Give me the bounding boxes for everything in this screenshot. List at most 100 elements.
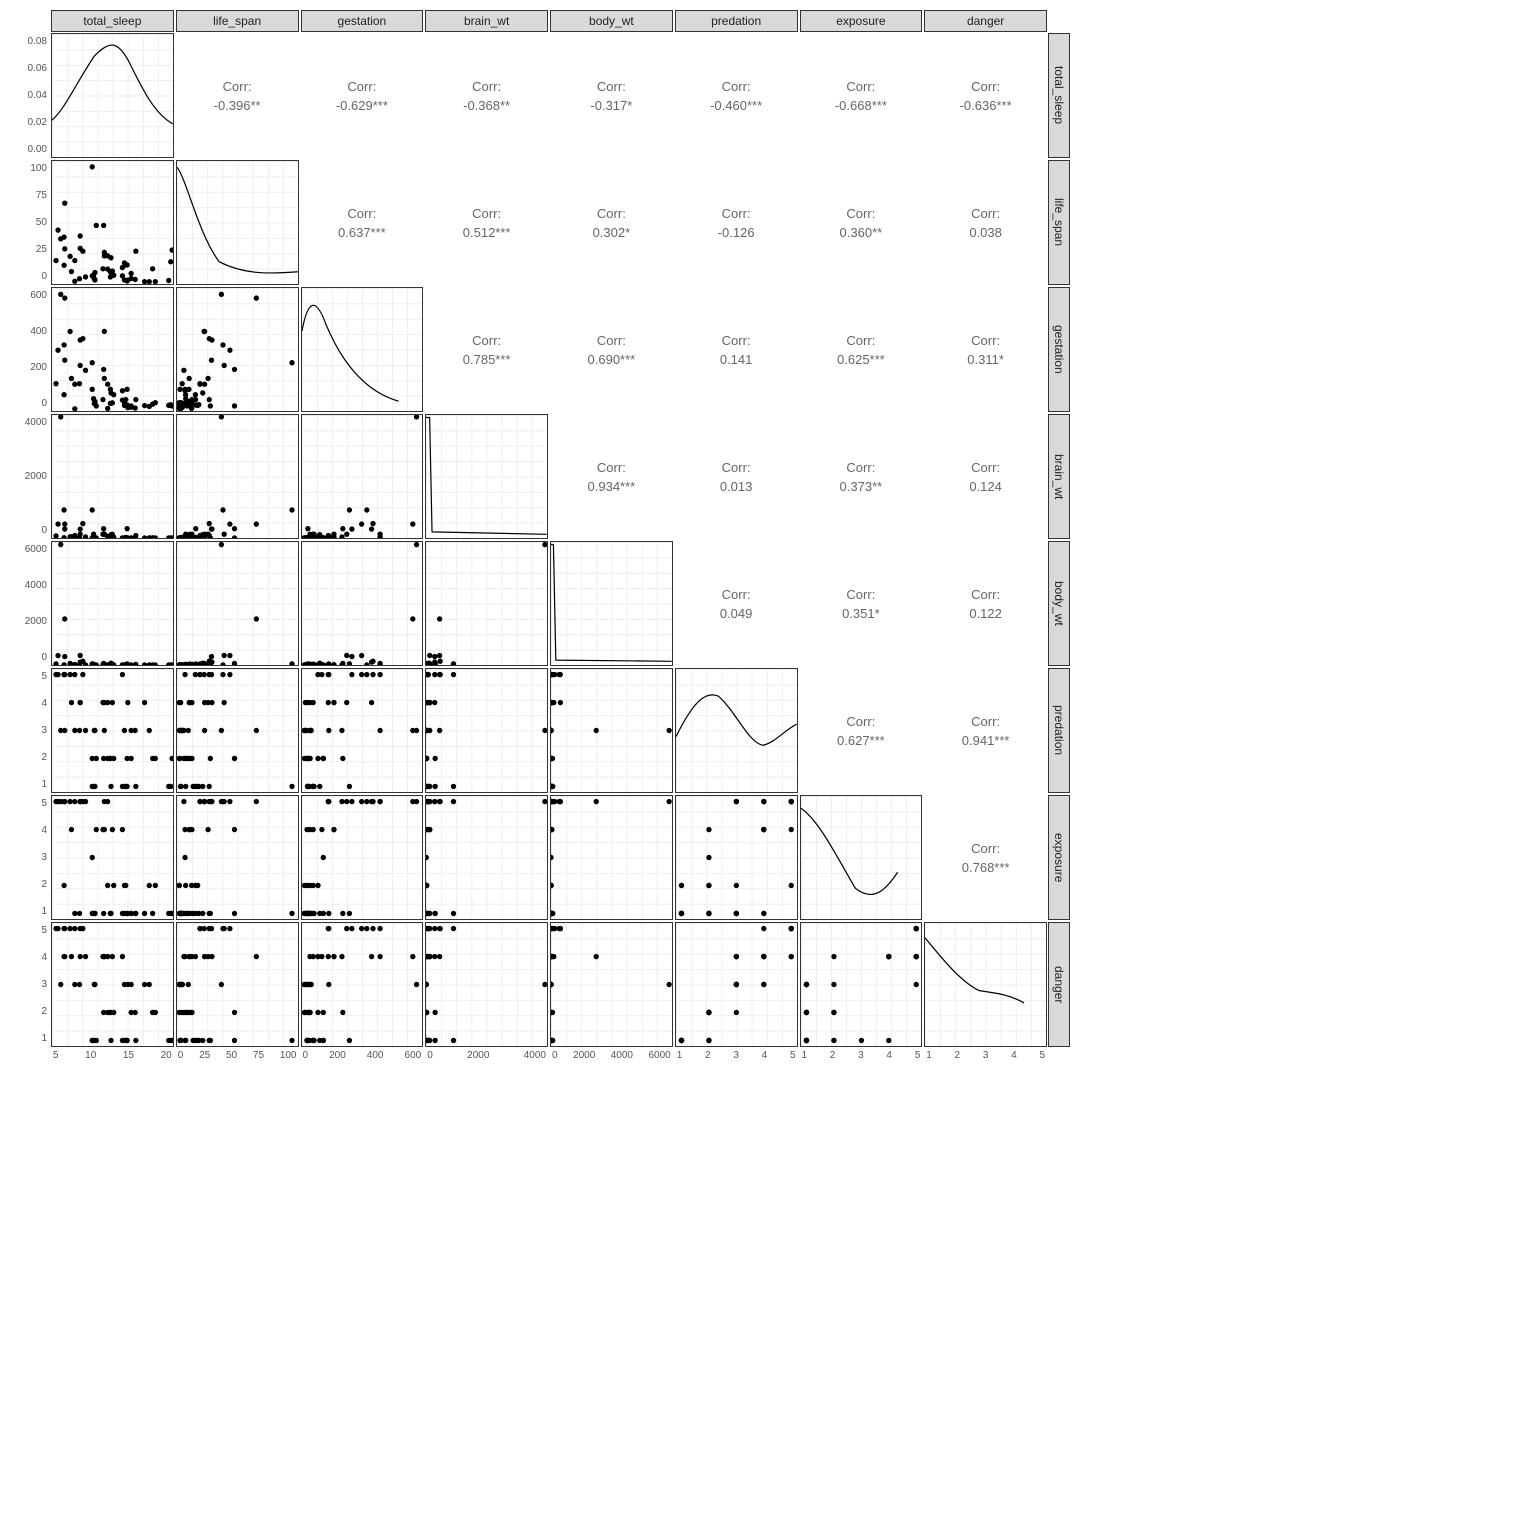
col-header-body_wt: body_wt: [550, 10, 673, 32]
corr-label: Corr:: [971, 460, 1000, 475]
corr-label: Corr:: [846, 714, 875, 729]
row-header-exposure: exposure: [1048, 795, 1070, 920]
corr-total_sleep-danger: Corr:-0.636***: [924, 33, 1047, 158]
corr-body_wt-danger: Corr:0.122: [924, 541, 1047, 666]
corr-gestation-predation: Corr: 0.141: [675, 287, 798, 412]
scatter-total_sleep-body_wt: [51, 541, 174, 666]
density-brain_wt: [425, 414, 548, 539]
density-predation: [675, 668, 798, 793]
scatter-body_wt-predation: [550, 668, 673, 793]
row-header-life_span: life_span: [1048, 160, 1070, 285]
corr-label: Corr:: [722, 333, 751, 348]
scatter-predation-exposure: [675, 795, 798, 920]
corner-tr: [1048, 10, 1070, 32]
corr-label: Corr:: [846, 79, 875, 94]
corr-label: Corr:: [472, 206, 501, 221]
corr-predation-exposure: Corr: 0.627***: [800, 668, 923, 793]
corr-label: Corr:: [597, 460, 626, 475]
corr-value: -0.317*: [590, 98, 632, 113]
corr-label: Corr:: [223, 79, 252, 94]
corr-value: -0.368**: [463, 98, 510, 113]
scatter-life_span-danger: [176, 922, 299, 1047]
corr-exposure-danger: Corr:0.768***: [924, 795, 1047, 920]
scatter-gestation-exposure: [301, 795, 424, 920]
corr-value: 0.302*: [593, 225, 631, 240]
corr-value: 0.360**: [840, 225, 883, 240]
col-header-exposure: exposure: [800, 10, 923, 32]
corr-total_sleep-gestation: Corr:-0.629***: [301, 33, 424, 158]
xaxis-life_span: 0255075100: [175, 1048, 300, 1070]
corr-label: Corr:: [971, 79, 1000, 94]
yaxis-total_sleep: 0.000.020.040.060.08: [10, 32, 50, 159]
row-header-brain_wt: brain_wt: [1048, 414, 1070, 539]
row-header-total_sleep: total_sleep: [1048, 33, 1070, 158]
corr-label: Corr:: [971, 206, 1000, 221]
corr-value: 0.373**: [840, 479, 883, 494]
corr-total_sleep-exposure: Corr: -0.668***: [800, 33, 923, 158]
corr-value: 0.141: [720, 352, 753, 367]
corr-life_span-gestation: Corr:0.637***: [301, 160, 424, 285]
corr-value: 0.934***: [588, 479, 636, 494]
corr-total_sleep-brain_wt: Corr:-0.368**: [425, 33, 548, 158]
corr-gestation-brain_wt: Corr:0.785***: [425, 287, 548, 412]
corr-value: 0.768***: [962, 860, 1010, 875]
corr-label: Corr:: [846, 587, 875, 602]
scatter-brain_wt-predation: [425, 668, 548, 793]
scatter-life_span-exposure: [176, 795, 299, 920]
corr-value: -0.460***: [710, 98, 762, 113]
scatter-body_wt-danger: [550, 922, 673, 1047]
corr-label: Corr:: [597, 206, 626, 221]
corr-brain_wt-body_wt: Corr: 0.934***: [550, 414, 673, 539]
row-header-danger: danger: [1048, 922, 1070, 1047]
scatter-life_span-body_wt: [176, 541, 299, 666]
scatter-gestation-body_wt: [301, 541, 424, 666]
corner-tl: [10, 10, 50, 32]
corr-label: Corr:: [347, 206, 376, 221]
corr-value: -0.668***: [835, 98, 887, 113]
col-header-life_span: life_span: [176, 10, 299, 32]
scatter-life_span-gestation: [176, 287, 299, 412]
scatter-exposure-danger: [800, 922, 923, 1047]
corr-body_wt-exposure: Corr:0.351*: [800, 541, 923, 666]
corr-label: Corr:: [846, 460, 875, 475]
scatter-life_span-predation: [176, 668, 299, 793]
corr-label: Corr:: [472, 333, 501, 348]
yaxis-danger: 12345: [10, 921, 50, 1048]
scatter-brain_wt-body_wt: [425, 541, 548, 666]
corr-label: Corr:: [846, 333, 875, 348]
scatter-brain_wt-danger: [425, 922, 548, 1047]
scatter-predation-danger: [675, 922, 798, 1047]
corr-brain_wt-danger: Corr:0.124: [924, 414, 1047, 539]
scatter-total_sleep-brain_wt: [51, 414, 174, 539]
scatter-gestation-danger: [301, 922, 424, 1047]
row-header-body_wt: body_wt: [1048, 541, 1070, 666]
corr-label: Corr:: [846, 206, 875, 221]
corr-life_span-brain_wt: Corr:0.512***: [425, 160, 548, 285]
scatter-life_span-brain_wt: [176, 414, 299, 539]
col-header-brain_wt: brain_wt: [425, 10, 548, 32]
col-header-predation: predation: [675, 10, 798, 32]
xaxis-exposure: 12345: [799, 1048, 924, 1070]
corr-life_span-predation: Corr:-0.126: [675, 160, 798, 285]
xaxis-gestation: 0200400600: [300, 1048, 425, 1070]
corr-gestation-body_wt: Corr:0.690***: [550, 287, 673, 412]
corr-value: 0.627***: [837, 733, 885, 748]
scatter-total_sleep-life_span: [51, 160, 174, 285]
row-header-gestation: gestation: [1048, 287, 1070, 412]
corr-label: Corr:: [597, 79, 626, 94]
corr-value: 0.311*: [967, 352, 1004, 367]
corr-value: -0.396**: [214, 98, 261, 113]
corr-value: -0.629***: [336, 98, 388, 113]
yaxis-body_wt: 0200040006000: [10, 540, 50, 667]
corr-total_sleep-predation: Corr:-0.460***: [675, 33, 798, 158]
corr-label: Corr:: [971, 333, 1000, 348]
corner-br: [1048, 1048, 1070, 1070]
corr-brain_wt-exposure: Corr: 0.373**: [800, 414, 923, 539]
yaxis-predation: 12345: [10, 667, 50, 794]
corr-life_span-danger: Corr:0.038: [924, 160, 1047, 285]
corr-value: 0.013: [720, 479, 753, 494]
density-gestation: [301, 287, 424, 412]
corr-label: Corr:: [597, 333, 626, 348]
xaxis-predation: 12345: [674, 1048, 799, 1070]
density-exposure: [800, 795, 923, 920]
